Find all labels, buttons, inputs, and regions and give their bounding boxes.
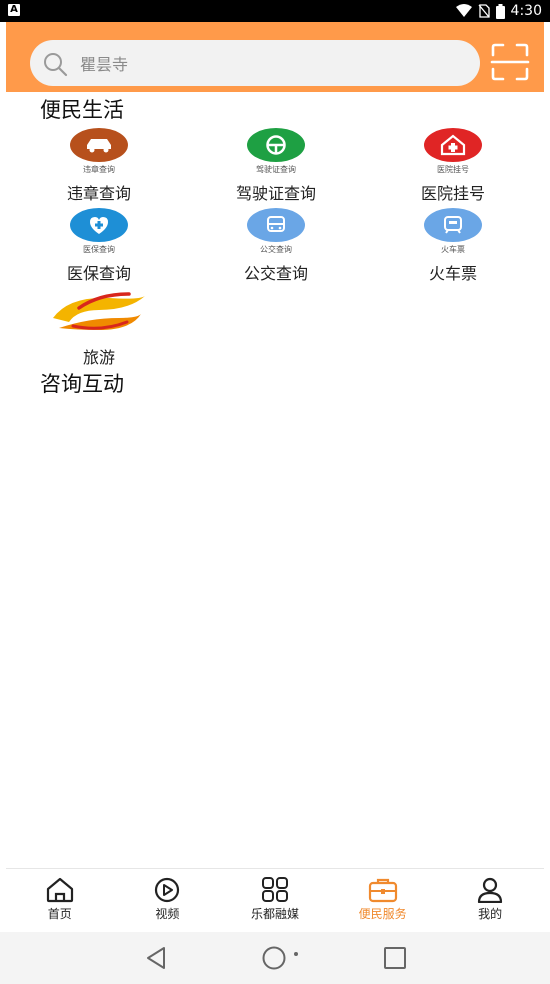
medical-insurance-icon: 医保查询 [70,208,128,254]
header-bar [6,22,544,92]
section-title-convenience: 便民生活 [40,98,124,122]
service-violation-query[interactable]: 违章查询 违章查询 [19,128,179,204]
search-input[interactable] [78,40,462,88]
nav-ledu-media[interactable]: 乐都融媒 [221,869,329,933]
back-icon[interactable] [144,946,168,970]
service-medical-insurance-query[interactable]: 医保查询 医保查询 [19,208,179,284]
service-label: 驾驶证查询 [235,184,316,203]
home-circle-icon[interactable] [262,946,302,970]
nav-video[interactable]: 视频 [114,869,222,933]
bottom-nav: 首页 视频 乐都融媒 便民服务 我的 [6,868,544,933]
service-label: 违章查询 [66,184,131,203]
clock: 4:30 [510,3,542,19]
icon-caption: 违章查询 [83,165,115,174]
hospital-icon: 医院挂号 [424,128,482,174]
service-hospital-registration[interactable]: 医院挂号 医院挂号 [373,128,533,204]
search-icon [44,53,68,77]
service-label: 火车票 [428,264,477,283]
icon-caption: 医保查询 [83,245,115,254]
nav-label: 乐都融媒 [250,907,299,921]
car-icon: 违章查询 [70,128,128,174]
service-train-ticket[interactable]: 火车票 火车票 [373,208,533,284]
nav-label: 便民服务 [358,907,407,921]
play-icon [155,877,180,903]
scan-icon[interactable] [490,42,530,82]
bus-icon: 公交查询 [247,208,305,254]
nav-label: 视频 [155,907,180,921]
service-license-query[interactable]: 驾驶证查询 驾驶证查询 [196,128,356,204]
recents-icon[interactable] [383,946,407,970]
travel-logo-icon [53,292,145,330]
system-nav-bar [0,932,550,984]
service-travel[interactable]: 旅游 [19,288,179,368]
nav-home[interactable]: 首页 [6,869,114,933]
service-bus-query[interactable]: 公交查询 公交查询 [196,208,356,284]
train-icon: 火车票 [424,208,482,254]
nav-profile[interactable]: 我的 [436,869,544,933]
section-title-consultation: 咨询互动 [40,372,124,396]
nav-label: 首页 [47,907,72,921]
icon-caption: 火车票 [441,245,465,254]
nav-convenience-services[interactable]: 便民服务 [329,869,437,933]
user-icon [478,877,503,903]
icon-caption: 医院挂号 [437,165,469,174]
status-bar: A 4:30 [0,0,550,22]
search-bar[interactable] [30,40,480,88]
wifi-icon [455,4,472,17]
service-label: 医保查询 [66,264,131,283]
service-label: 医院挂号 [420,184,485,203]
battery-icon [495,3,505,19]
notification-icon: A [8,4,20,16]
no-sim-icon [478,4,490,18]
steering-wheel-icon: 驾驶证查询 [247,128,305,174]
service-content: 便民生活 违章查询 违章查询 驾驶证查询 驾驶证查询 医院挂号 医院挂号 医保查… [6,92,544,868]
service-label: 公交查询 [243,264,308,283]
briefcase-icon [368,878,397,903]
icon-caption: 驾驶证查询 [256,165,296,174]
grid-icon [261,877,288,902]
service-label: 旅游 [82,348,115,367]
home-icon [46,877,73,903]
nav-label: 我的 [478,907,503,921]
icon-caption: 公交查询 [260,245,292,254]
